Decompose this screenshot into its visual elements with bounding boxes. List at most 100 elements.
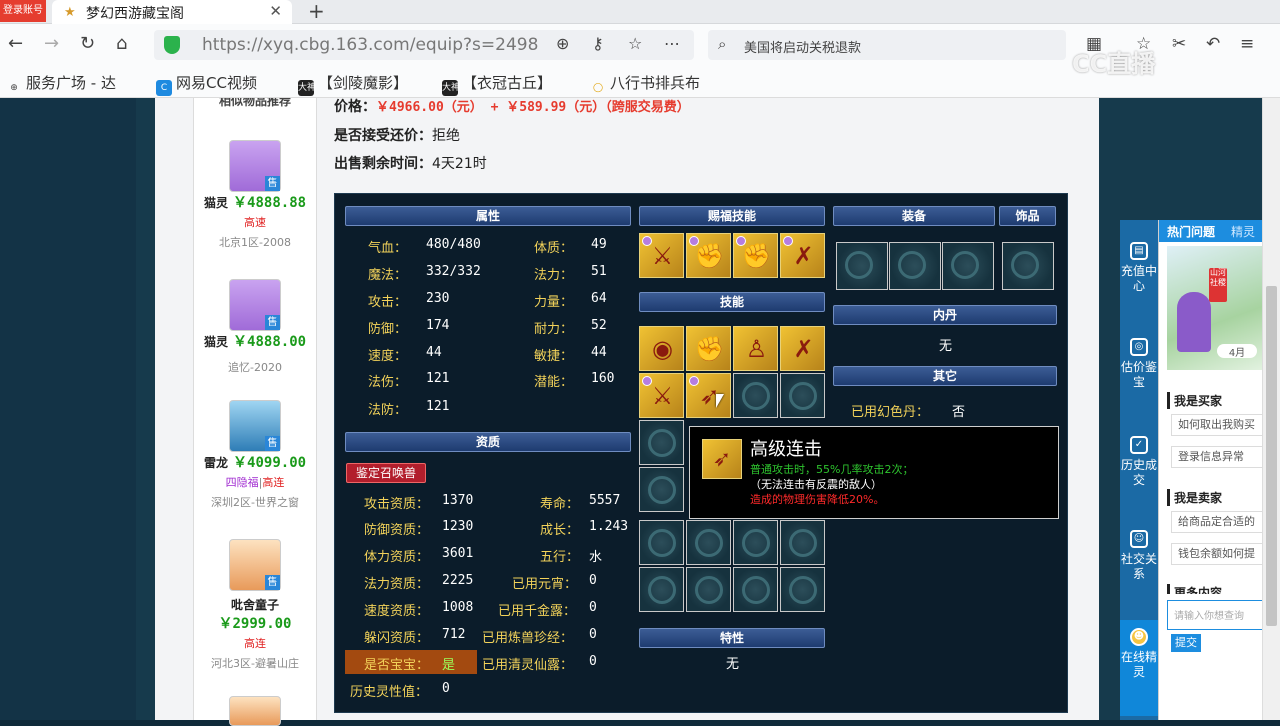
equip-slot[interactable]: [942, 242, 994, 290]
appraise-summon-button[interactable]: 鉴定召唤兽: [346, 463, 426, 483]
banner-month: 4月: [1217, 344, 1257, 359]
menu-icon[interactable]: ≡: [1240, 34, 1254, 54]
similar-item[interactable]: [194, 696, 316, 726]
online-sprite-icon: ☻: [1130, 628, 1148, 646]
faq-question[interactable]: 如何取出我购买: [1171, 414, 1263, 436]
price-value: ￥4966.00（元） + ￥589.99（元）（跨服交易费）: [376, 100, 690, 115]
pet-avatar[interactable]: 售: [229, 400, 281, 452]
counter-offer-value: 拒绝: [432, 128, 460, 144]
search-box[interactable]: ⌕ 美国将启动关税退款: [708, 30, 1066, 60]
skill-slot[interactable]: [780, 520, 825, 565]
pet-avatar[interactable]: 售: [229, 279, 281, 331]
tab-hot-questions[interactable]: 热门问题: [1167, 223, 1215, 240]
skill-slot[interactable]: ⚔: [639, 373, 684, 418]
cc-icon: C: [156, 80, 172, 96]
sell-badge: 售: [265, 176, 280, 191]
equip-slot[interactable]: [889, 242, 941, 290]
address-bar[interactable]: https://xyq.cbg.163.com/equip?s=2498 ⊕ ⚷…: [154, 30, 694, 60]
attr-label: 敏捷：: [534, 349, 574, 364]
pet-avatar[interactable]: 售: [229, 140, 281, 192]
skill-slot[interactable]: [639, 467, 684, 512]
gift-skill-slot[interactable]: ✊: [686, 233, 731, 278]
similar-item[interactable]: 售 猫灵 ￥4888.00 追忆-2020: [194, 279, 316, 375]
attr-label: 体质：: [534, 241, 574, 256]
url-text[interactable]: https://xyq.cbg.163.com/equip?s=2498: [202, 35, 538, 55]
skill-slot[interactable]: [780, 567, 825, 612]
scissors-icon[interactable]: ✂: [1172, 34, 1186, 54]
skill-slot[interactable]: ♙: [733, 326, 778, 371]
attr-value: 64: [591, 291, 607, 306]
skill-slot[interactable]: [733, 520, 778, 565]
close-tab-icon[interactable]: ✕: [269, 2, 282, 20]
attr-label: 潜能：: [534, 375, 574, 390]
bookmark-item[interactable]: ◯ 八行书排兵布: [590, 72, 700, 96]
appraise-icon: ◎: [1130, 338, 1148, 356]
back-icon[interactable]: ←: [8, 34, 23, 54]
skill-slot[interactable]: [639, 520, 684, 565]
gift-skill-slot[interactable]: ✗: [780, 233, 825, 278]
tab-sprite[interactable]: 精灵: [1231, 223, 1255, 240]
gift-skill-slot[interactable]: ✊: [733, 233, 778, 278]
scrollbar-thumb[interactable]: [1266, 286, 1277, 626]
sidenav-appraise[interactable]: ◎ 估价鉴宝: [1120, 338, 1158, 390]
empty-slot-icon: [1011, 251, 1039, 279]
pet-avatar[interactable]: 售: [229, 539, 281, 591]
apt-value: 0: [589, 654, 597, 669]
apt-value: 3601: [442, 546, 474, 561]
skill-slot[interactable]: [639, 420, 684, 465]
skill-slot[interactable]: ◉: [639, 326, 684, 371]
item-price: ￥2999.00: [218, 616, 292, 632]
skill-slot[interactable]: ✊: [686, 326, 731, 371]
sidenav-online-sprite[interactable]: ☻ 在线精灵: [1120, 620, 1158, 716]
skill-slot[interactable]: [780, 373, 825, 418]
skill-slot[interactable]: [686, 520, 731, 565]
home-icon[interactable]: ⌂: [116, 34, 127, 54]
skill-slot[interactable]: ✗: [780, 326, 825, 371]
reload-icon[interactable]: ↻: [80, 34, 95, 54]
bookmark-item[interactable]: 大神 【衣冠古丘】: [442, 72, 552, 96]
ornament-slot[interactable]: [1002, 242, 1054, 290]
sidenav-social[interactable]: ☺ 社交关系: [1120, 530, 1158, 582]
bookmark-item[interactable]: ⊕ 服务广场 - 达: [6, 72, 116, 96]
faq-question[interactable]: 钱包余额如何提: [1171, 543, 1263, 565]
item-name: 猫灵: [203, 335, 228, 349]
event-banner[interactable]: 山河社稷 4月: [1167, 246, 1263, 370]
page-scrollbar[interactable]: [1262, 98, 1280, 720]
submit-button[interactable]: 提交: [1171, 634, 1201, 652]
new-tab-button[interactable]: +: [308, 0, 325, 22]
undo-icon[interactable]: ↶: [1206, 34, 1220, 54]
search-text[interactable]: 美国将启动关税退款: [744, 37, 861, 56]
gift-skill-slot[interactable]: ⚔: [639, 233, 684, 278]
spirit-header: 特性: [639, 628, 825, 648]
spirit-value: 无: [726, 657, 740, 672]
pet-avatar[interactable]: [229, 696, 281, 726]
similar-item[interactable]: 售 雷龙 ￥4099.00 四隐福|高连 深圳2区-世界之窗: [194, 400, 316, 510]
similar-item[interactable]: 售 吡舍童子 ￥2999.00 高连 河北3区-避暑山庄: [194, 539, 316, 671]
equip-slot[interactable]: [836, 242, 888, 290]
bookmark-item[interactable]: 大神 【剑陵魔影】: [298, 72, 408, 96]
skill-slot[interactable]: [733, 567, 778, 612]
sidenav-recharge[interactable]: ▤ 充值中心: [1120, 242, 1158, 294]
login-badge[interactable]: 登录账号: [0, 0, 46, 22]
attr-label: 速度：: [368, 349, 408, 364]
more-icon[interactable]: ⋯: [664, 34, 680, 53]
key-icon[interactable]: ⚷: [592, 34, 604, 53]
skill-slot[interactable]: [639, 567, 684, 612]
bookmark-star-icon[interactable]: ☆: [628, 34, 642, 53]
sidenav-history[interactable]: ✓ 历史成交: [1120, 436, 1158, 488]
bookmark-item[interactable]: C 网易CC视频: [156, 72, 257, 96]
skill-slot[interactable]: [686, 567, 731, 612]
zoom-icon[interactable]: ⊕: [556, 34, 569, 53]
faq-question[interactable]: 给商品定合适的: [1171, 511, 1263, 533]
forward-icon[interactable]: →: [44, 34, 59, 54]
faq-question[interactable]: 登录信息异常: [1171, 446, 1263, 468]
similar-item[interactable]: 售 猫灵 ￥4888.88 高速 北京1区-2008: [194, 140, 316, 250]
skill-slot[interactable]: ➶: [686, 373, 731, 418]
skill-slot[interactable]: [733, 373, 778, 418]
browser-tab[interactable]: ★ 梦幻西游藏宝阁 ✕: [52, 0, 292, 24]
sword-skill-icon: ⚔: [651, 242, 674, 270]
dashen-icon: 大神: [442, 80, 460, 96]
attr-header: 属性: [345, 206, 631, 226]
ask-input[interactable]: 请输入你想查询: [1167, 600, 1263, 630]
apt-value: 0: [442, 681, 450, 696]
